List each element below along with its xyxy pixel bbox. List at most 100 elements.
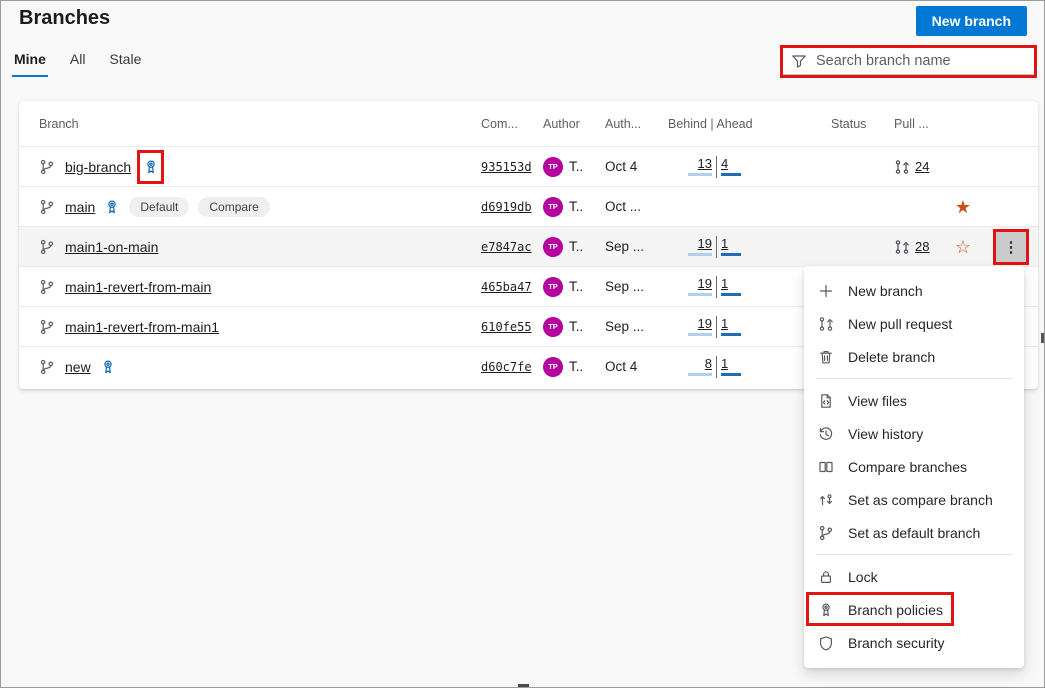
favorite-star-outline-icon[interactable]: ☆	[955, 238, 971, 256]
more-button-highlight-box: ⋮	[993, 229, 1029, 265]
behind-count-link[interactable]: 8	[705, 356, 712, 371]
search-branch-input[interactable]	[816, 53, 1026, 69]
tab-bar: Mine All Stale	[12, 51, 143, 77]
column-header-author[interactable]: Author	[543, 117, 605, 131]
column-header-behind-ahead[interactable]: Behind | Ahead	[668, 117, 818, 131]
tab-all[interactable]: All	[68, 51, 88, 77]
authored-date: Sep ...	[605, 319, 644, 334]
branch-icon	[39, 279, 55, 295]
tab-mine[interactable]: Mine	[12, 51, 48, 77]
menu-divider	[816, 378, 1012, 379]
menu-item-view-files[interactable]: View files	[804, 384, 1024, 417]
vertical-scrollbar-thumb[interactable]	[1041, 333, 1044, 343]
menu-item-compare-branches[interactable]: Compare branches	[804, 450, 1024, 483]
menu-item-delete-branch[interactable]: Delete branch	[804, 340, 1024, 373]
behind-bar	[688, 333, 712, 336]
status-cell	[818, 227, 881, 266]
menu-item-set-as-default-branch[interactable]: Set as default branch	[804, 516, 1024, 549]
ahead-count-link[interactable]: 1	[721, 276, 728, 291]
behind-count-link[interactable]: 19	[698, 276, 712, 291]
authored-date: Oct 4	[605, 159, 637, 174]
commit-link[interactable]: 465ba47	[481, 280, 532, 294]
menu-item-new-branch[interactable]: New branch	[804, 274, 1024, 307]
ahead-bar	[721, 293, 741, 296]
avatar: TP	[543, 357, 563, 377]
author-name: T..	[569, 199, 583, 214]
commit-link[interactable]: d60c7fe	[481, 360, 532, 374]
new-branch-button[interactable]: New branch	[916, 6, 1027, 36]
column-header-authored[interactable]: Auth...	[605, 117, 668, 131]
menu-item-set-as-compare-branch[interactable]: Set as compare branch	[804, 483, 1024, 516]
commit-link[interactable]: 610fe55	[481, 320, 532, 334]
compare-badge: Compare	[198, 197, 269, 217]
branch-context-menu: New branch New pull request Delete branc…	[804, 266, 1024, 668]
avatar: TP	[543, 197, 563, 217]
default-badge: Default	[129, 197, 189, 217]
status-cell	[818, 187, 881, 226]
more-cell	[983, 147, 1038, 186]
behind-count-link[interactable]: 19	[698, 236, 712, 251]
branch-name-link[interactable]: big-branch	[65, 159, 131, 175]
avatar: TP	[543, 277, 563, 297]
ahead-count-link[interactable]: 1	[721, 236, 728, 251]
branch-name-link[interactable]: new	[65, 359, 91, 375]
table-row-main[interactable]: main Default Compare d6919db TP T.. Oct …	[19, 186, 1038, 226]
behind-count-link[interactable]: 19	[698, 316, 712, 331]
favorite-star-filled-icon[interactable]: ★	[955, 198, 971, 216]
branch-name-link[interactable]: main	[65, 199, 95, 215]
authored-date: Sep ...	[605, 279, 644, 294]
commit-link[interactable]: e7847ac	[481, 240, 532, 254]
behind-ahead: 13 4	[686, 156, 747, 178]
behind-bar	[688, 173, 712, 176]
ahead-count-link[interactable]: 4	[721, 156, 728, 171]
ahead-bar	[721, 333, 741, 336]
page-title: Branches	[19, 7, 110, 30]
menu-item-branch-security[interactable]: Branch security	[804, 626, 1024, 659]
more-cell	[983, 187, 1038, 226]
status-cell	[818, 147, 881, 186]
avatar: TP	[543, 237, 563, 257]
policy-badge-highlight-box	[137, 150, 164, 184]
commit-link[interactable]: d6919db	[481, 200, 532, 214]
ahead-count-link[interactable]: 1	[721, 316, 728, 331]
branch-icon	[39, 199, 55, 215]
pull-request-icon	[894, 159, 910, 175]
column-header-pull[interactable]: Pull ...	[881, 117, 943, 131]
menu-item-view-history[interactable]: View history	[804, 417, 1024, 450]
ahead-count-link[interactable]: 1	[721, 356, 728, 371]
branch-name-link[interactable]: main1-revert-from-main1	[65, 319, 219, 335]
branch-icon	[39, 359, 55, 375]
pull-request-icon	[818, 316, 834, 332]
pull-cell	[881, 187, 943, 226]
menu-item-lock[interactable]: Lock	[804, 560, 1024, 593]
avatar: TP	[543, 317, 563, 337]
behind-ahead: 19 1	[686, 236, 747, 258]
branch-name-link[interactable]: main1-revert-from-main	[65, 279, 211, 295]
column-header-branch[interactable]: Branch	[19, 117, 481, 131]
table-row-big-branch[interactable]: big-branch 935153d TP T.. Oct 4 13 4	[19, 146, 1038, 186]
search-branch-box	[783, 48, 1034, 75]
menu-item-new-pull-request[interactable]: New pull request	[804, 307, 1024, 340]
commit-link[interactable]: 935153d	[481, 160, 532, 174]
behind-ahead	[668, 187, 818, 226]
trash-icon	[818, 349, 834, 365]
horizontal-scrollbar-thumb[interactable]	[518, 684, 529, 687]
column-header-commit[interactable]: Com...	[481, 117, 543, 131]
behind-count-link[interactable]: 13	[698, 156, 712, 171]
authored-date: Oct ...	[605, 199, 641, 214]
behind-ahead: 19 1	[686, 316, 747, 338]
behind-ahead: 8 1	[686, 356, 747, 378]
branch-icon	[39, 239, 55, 255]
tab-stale[interactable]: Stale	[107, 51, 143, 77]
table-row-main1-on-main[interactable]: main1-on-main e7847ac TP T.. Sep ... 19 …	[19, 226, 1038, 266]
more-options-button[interactable]: ⋮	[996, 232, 1026, 262]
branch-name-link[interactable]: main1-on-main	[65, 239, 158, 255]
menu-item-branch-policies[interactable]: Branch policies	[804, 593, 1024, 626]
menu-divider	[816, 554, 1012, 555]
pull-request-count-link[interactable]: 24	[915, 159, 929, 174]
column-header-status[interactable]: Status	[818, 117, 881, 131]
pull-request-count-link[interactable]: 28	[915, 239, 929, 254]
branch-icon	[39, 159, 55, 175]
policy-ribbon-icon	[818, 602, 834, 618]
file-code-icon	[818, 393, 834, 409]
